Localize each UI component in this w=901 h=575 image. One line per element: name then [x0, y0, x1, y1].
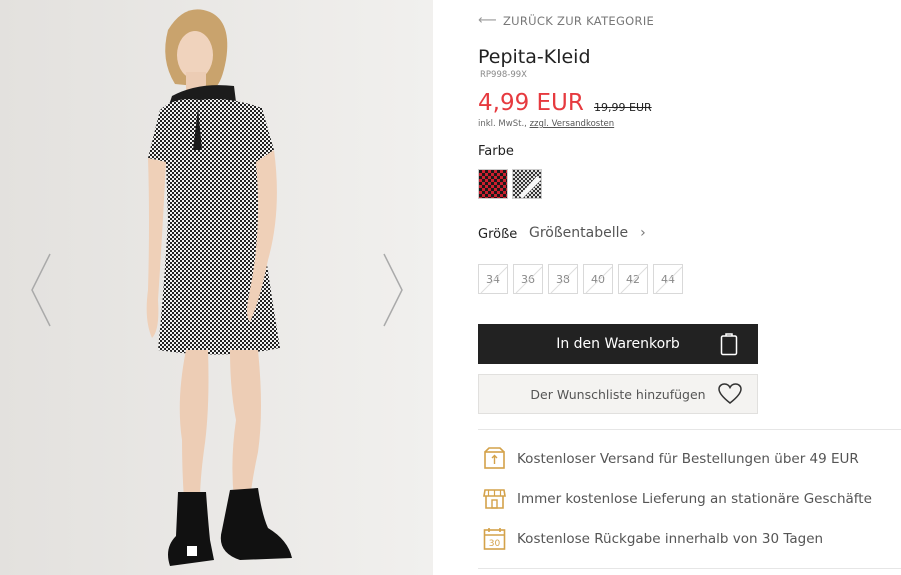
add-to-cart-button[interactable]: In den Warenkorb [478, 324, 758, 364]
houndstooth-red-icon [479, 170, 507, 198]
unavailable-strike-icon [585, 266, 612, 293]
color-swatch-red[interactable] [478, 169, 508, 199]
size-chart-link[interactable]: Größentabelle › [529, 225, 646, 241]
benefit-text: Immer kostenlose Lieferung an stationäre… [517, 490, 872, 507]
size-option-40[interactable]: 40 [583, 264, 613, 294]
calendar-30-icon: 30 [483, 528, 506, 550]
unavailable-strike-icon [620, 266, 647, 293]
previous-image-button[interactable] [28, 250, 56, 330]
benefit-text: Kostenlose Rückgabe innerhalb von 30 Tag… [517, 530, 824, 547]
back-label: ZURÜCK ZUR KATEGORIE [503, 13, 655, 28]
unavailable-strike-icon [550, 266, 577, 293]
product-sku: RP998-99X [480, 70, 527, 80]
old-price: 19,99 EUR [594, 101, 652, 114]
add-to-wishlist-button[interactable]: Der Wunschliste hinzufügen [478, 374, 758, 414]
houndstooth-bw-icon [513, 170, 541, 198]
size-option-36[interactable]: 36 [513, 264, 543, 294]
unavailable-strike-icon [515, 266, 542, 293]
color-swatch-black-white[interactable] [512, 169, 542, 199]
shopping-bag-icon [720, 333, 738, 356]
box-icon [484, 447, 505, 469]
chevron-left-icon [31, 253, 51, 327]
add-to-cart-label: In den Warenkorb [556, 336, 680, 352]
tax-text: inkl. MwSt., [478, 119, 530, 129]
size-chart-label: Größentabelle [529, 225, 629, 241]
divider [478, 568, 901, 569]
benefit-free-returns: 30 Kostenlose Rückgabe innerhalb von 30 … [482, 526, 823, 551]
color-label: Farbe [478, 144, 514, 159]
back-to-category-link[interactable]: ⟵ ZURÜCK ZUR KATEGORIE [478, 13, 654, 28]
current-price: 4,99 EUR [478, 90, 584, 116]
shipping-costs-link[interactable]: zzgl. Versandkosten [530, 119, 615, 129]
size-option-38[interactable]: 38 [548, 264, 578, 294]
size-option-34[interactable]: 34 [478, 264, 508, 294]
benefit-text: Kostenloser Versand für Bestellungen übe… [517, 450, 859, 467]
tax-note: inkl. MwSt., zzgl. Versandkosten [478, 119, 614, 129]
benefit-free-shipping: Kostenloser Versand für Bestellungen übe… [482, 446, 859, 471]
unavailable-strike-icon [655, 266, 682, 293]
unavailable-strike-icon [480, 266, 507, 293]
arrow-left-icon: ⟵ [478, 13, 497, 28]
next-image-button[interactable] [378, 250, 406, 330]
size-options: 34 36 38 40 42 44 [478, 264, 683, 294]
gallery-dot[interactable] [187, 546, 197, 556]
add-to-wishlist-label: Der Wunschliste hinzufügen [530, 386, 706, 402]
divider [478, 429, 901, 430]
benefit-store-delivery: Immer kostenlose Lieferung an stationäre… [482, 486, 872, 511]
size-option-42[interactable]: 42 [618, 264, 648, 294]
product-title: Pepita-Kleid [478, 46, 591, 68]
svg-text:30: 30 [489, 539, 501, 549]
chevron-right-icon: › [640, 225, 646, 241]
store-icon [483, 489, 506, 509]
chevron-right-icon [383, 253, 403, 327]
product-gallery [0, 0, 433, 575]
size-label: Größe [478, 227, 518, 242]
product-photo [0, 0, 433, 575]
heart-icon [718, 383, 742, 404]
size-option-44[interactable]: 44 [653, 264, 683, 294]
